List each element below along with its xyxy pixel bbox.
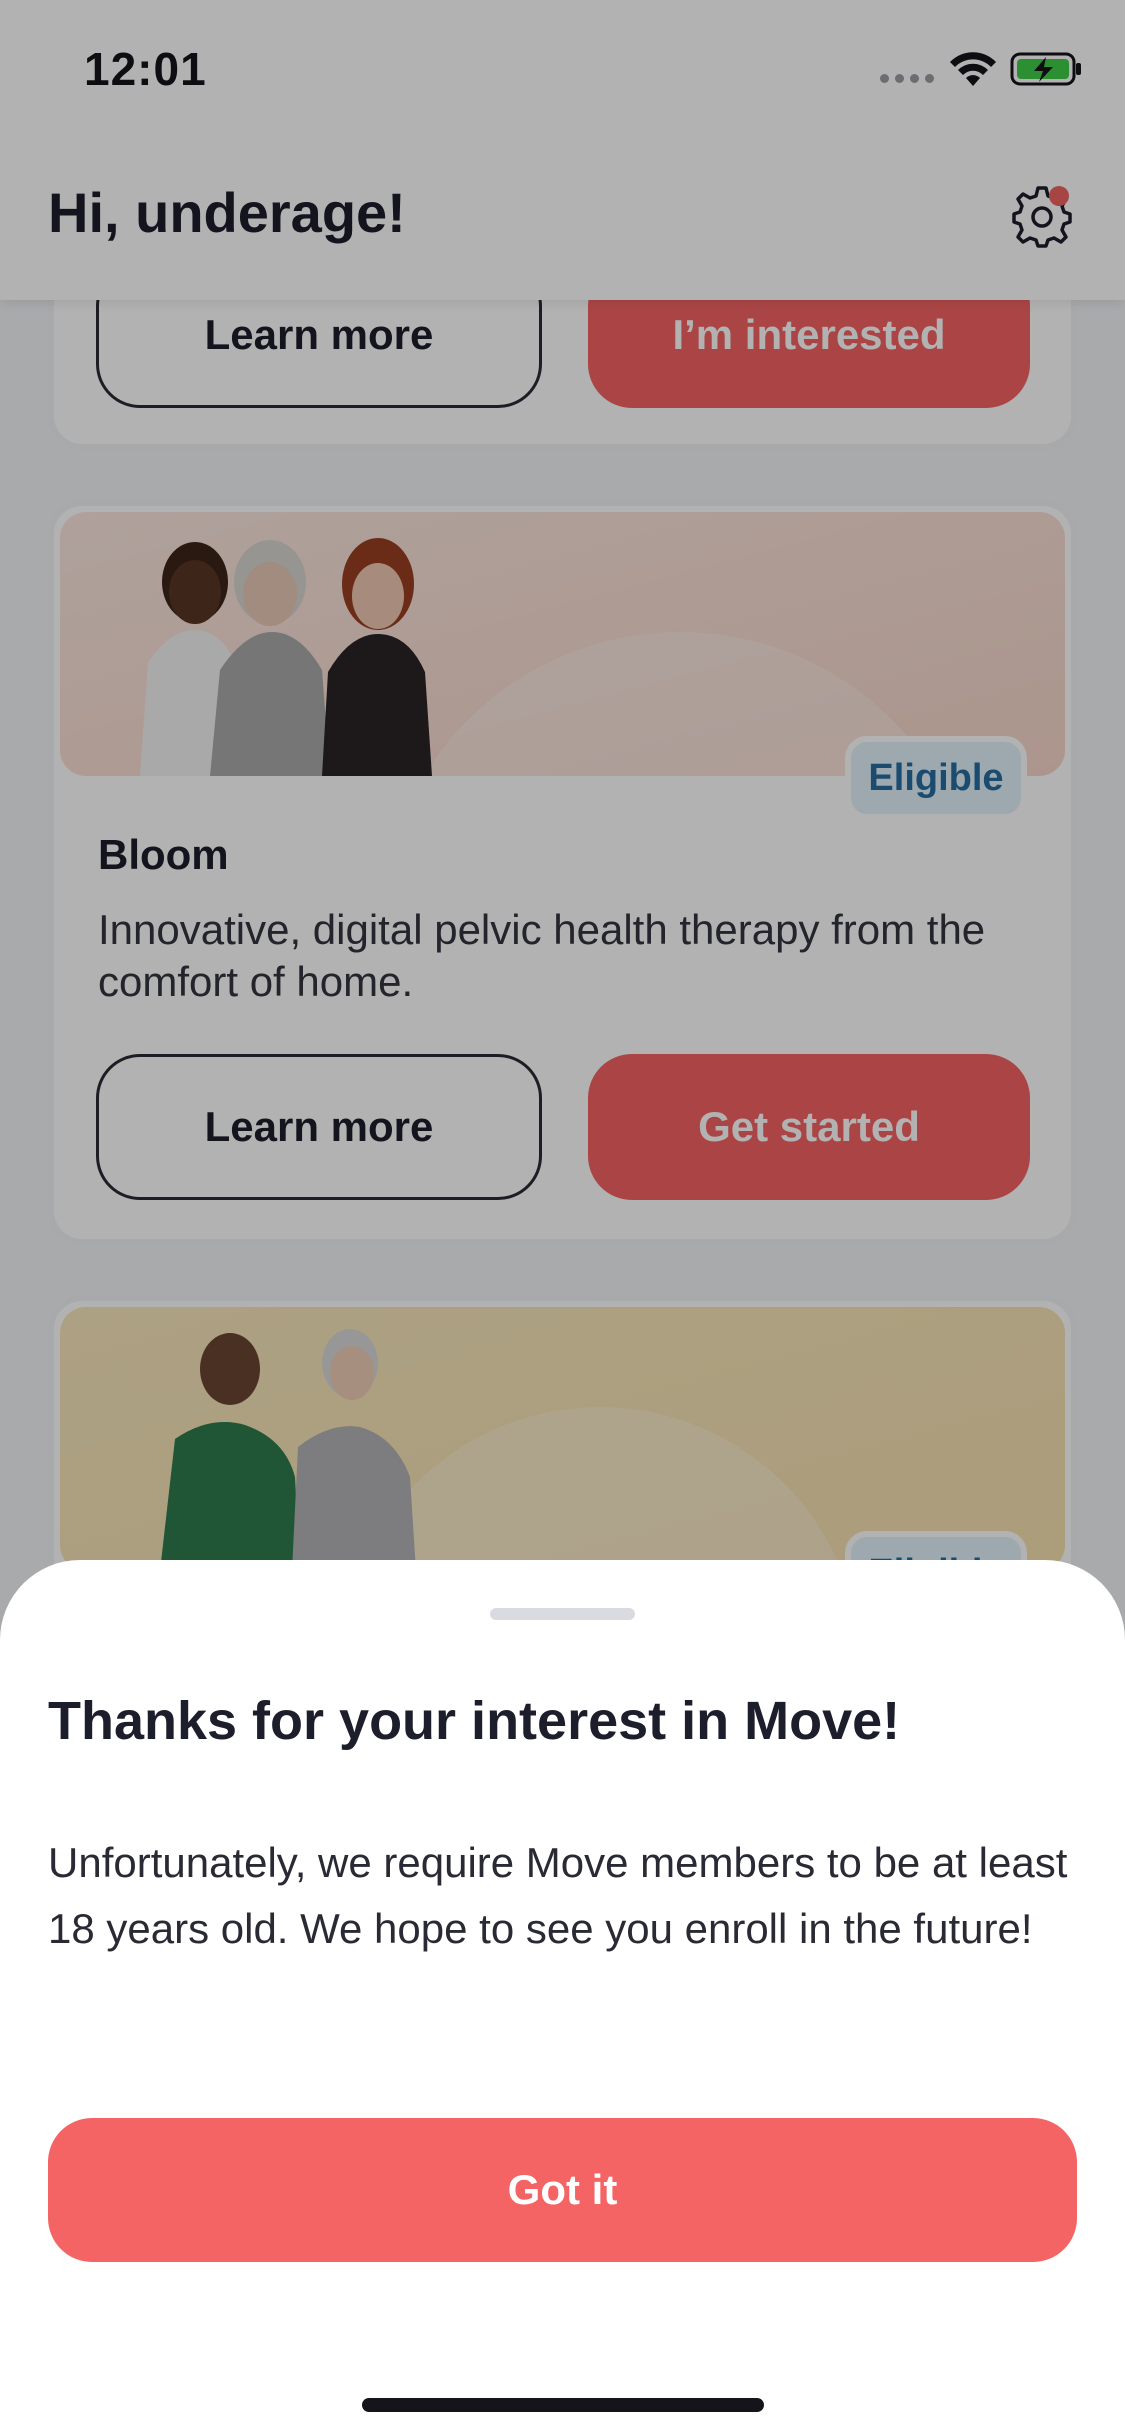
got-it-button[interactable]: Got it — [48, 2118, 1077, 2262]
sheet-body-text: Unfortunately, we require Move members t… — [48, 1839, 1068, 1952]
home-indicator — [362, 2398, 764, 2412]
screen: 12:01 Hi, underage! Learn more I’m inter… — [0, 0, 1125, 2436]
sheet-drag-handle[interactable] — [490, 1608, 635, 1620]
bottom-sheet: Thanks for your interest in Move! Unfort… — [0, 1560, 1125, 2436]
sheet-title: Thanks for your interest in Move! — [48, 1691, 901, 1751]
